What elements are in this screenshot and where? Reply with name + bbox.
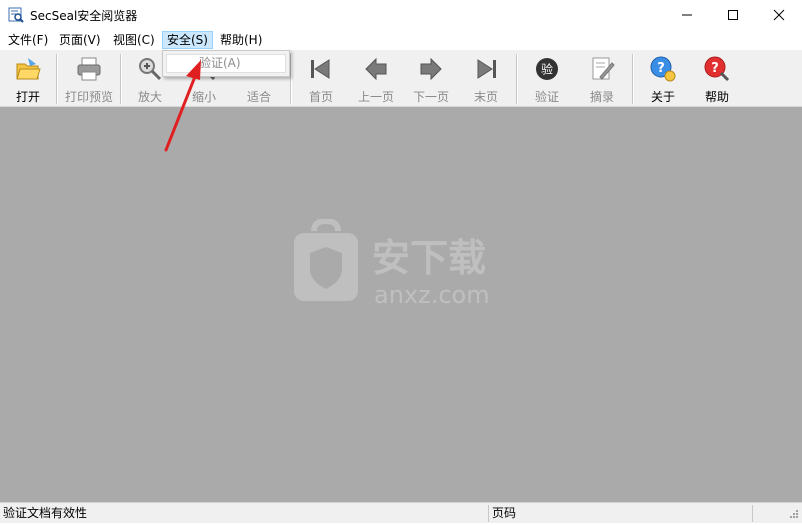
status-message: 验证文档有效性	[3, 506, 88, 520]
resize-grip-icon	[790, 510, 798, 518]
status-bar: 验证文档有效性 页码	[0, 502, 802, 523]
status-divider	[752, 505, 753, 522]
status-page-number: 页码	[492, 506, 517, 520]
annotation-arrow	[164, 60, 201, 152]
status-divider	[488, 505, 489, 522]
resize-grip[interactable]	[784, 507, 800, 522]
